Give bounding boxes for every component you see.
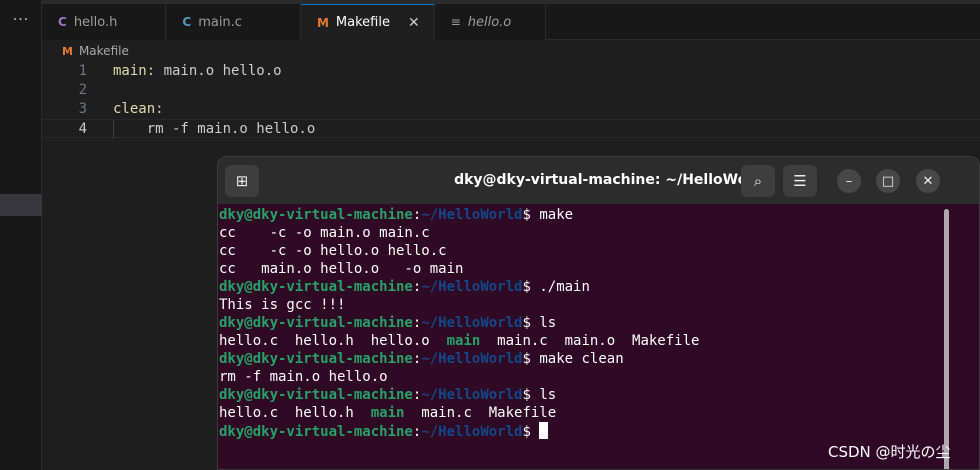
- terminal-title: dky@dky-virtual-machine: ~/HelloWorld: [454, 172, 769, 188]
- prompt-path: ~/HelloWorld: [421, 387, 523, 403]
- tab-makefile[interactable]: M Makefile ✕: [300, 4, 435, 40]
- c-file-icon: C: [58, 15, 67, 29]
- tab-hello-o[interactable]: ≡ hello.o: [434, 4, 547, 40]
- new-tab-icon[interactable]: ⊞: [225, 165, 259, 197]
- editor-tab-bar: C hello.h C main.c M Makefile ✕ ≡ hello.…: [42, 4, 980, 40]
- terminal-line: rm -f main.o hello.o: [219, 369, 388, 385]
- terminal-line: This is gcc !!!: [219, 297, 346, 313]
- command-text: ./main: [530, 279, 590, 295]
- prompt-user: dky@dky-virtual-machine: [219, 387, 413, 403]
- breadcrumb[interactable]: M Makefile: [62, 43, 129, 59]
- prompt-path: ~/HelloWorld: [421, 351, 523, 367]
- code-line: 2: [42, 81, 980, 100]
- terminal-line: hello.c hello.h hello.o main main.c main…: [219, 332, 979, 350]
- activity-bar: ···: [0, 0, 42, 470]
- terminal-line: cc -c -o main.o main.c: [219, 225, 430, 241]
- prompt-path: ~/HelloWorld: [421, 315, 523, 331]
- terminal-line: dky@dky-virtual-machine:~/HelloWorld$ ls: [219, 386, 979, 404]
- prompt-dollar: $: [522, 387, 531, 403]
- terminal-output[interactable]: dky@dky-virtual-machine:~/HelloWorld$ ma…: [218, 204, 979, 469]
- terminal-line: dky@dky-virtual-machine:~/HelloWorld$ ma…: [219, 206, 979, 224]
- current-code-line: 4 rm -f main.o hello.o: [42, 119, 980, 139]
- prompt-dollar: $: [522, 424, 531, 440]
- binary-file-icon: ≡: [450, 15, 461, 29]
- make-target: main: [113, 63, 147, 79]
- c-file-icon: C: [182, 15, 192, 29]
- prompt-user: dky@dky-virtual-machine: [219, 207, 413, 223]
- code-text: main: main.o hello.o: [113, 62, 282, 81]
- more-icon[interactable]: ···: [0, 12, 42, 28]
- prompt-user: dky@dky-virtual-machine: [219, 279, 413, 295]
- line-number: 2: [78, 82, 87, 98]
- ls-output: hello.c hello.h hello.o: [219, 333, 447, 349]
- close-icon[interactable]: ✕: [916, 169, 940, 193]
- prompt-dollar: $: [522, 315, 531, 331]
- prompt-dollar: $: [522, 207, 531, 223]
- close-icon[interactable]: ✕: [408, 15, 420, 31]
- executable-name: main: [370, 405, 405, 421]
- command-text: make clean: [530, 351, 624, 367]
- tab-hello-h[interactable]: C hello.h: [42, 4, 167, 40]
- make-deps: : main.o hello.o: [146, 63, 282, 79]
- make-target: clean: [113, 101, 156, 117]
- terminal-header: dky@dky-virtual-machine: ~/HelloWorld ⊞ …: [218, 157, 979, 204]
- terminal-line: dky@dky-virtual-machine:~/HelloWorld$ ./…: [219, 278, 979, 296]
- tab-main-c[interactable]: C main.c: [166, 4, 301, 40]
- maximize-icon[interactable]: □: [876, 169, 900, 193]
- prompt-user: dky@dky-virtual-machine: [219, 424, 413, 440]
- ls-output: main.c main.o Makefile: [480, 333, 700, 349]
- prompt-path: ~/HelloWorld: [421, 279, 523, 295]
- explorer-selected-item[interactable]: [0, 194, 42, 216]
- watermark: CSDN @时光の尘: [828, 443, 951, 461]
- code-text: rm -f main.o hello.o: [113, 121, 316, 137]
- ls-output: hello.c hello.h: [219, 405, 371, 421]
- code-line: 3 clean:: [42, 100, 980, 119]
- code-editor[interactable]: 1 main: main.o hello.o 2 3 clean: 4 rm -…: [42, 62, 980, 139]
- line-number: 4: [78, 121, 87, 137]
- terminal-window[interactable]: dky@dky-virtual-machine: ~/HelloWorld ⊞ …: [217, 156, 980, 470]
- menu-icon[interactable]: ☰: [783, 165, 817, 197]
- tab-label: hello.h: [73, 14, 118, 30]
- command-text: ls: [530, 387, 557, 403]
- ls-output: main.c Makefile: [404, 405, 557, 421]
- prompt-user: dky@dky-virtual-machine: [219, 315, 413, 331]
- breadcrumb-label: Makefile: [78, 44, 129, 58]
- prompt-path: ~/HelloWorld: [421, 424, 523, 440]
- terminal-line: dky@dky-virtual-machine:~/HelloWorld$: [219, 422, 979, 440]
- search-icon[interactable]: ⌕: [741, 165, 775, 197]
- prompt-path: ~/HelloWorld: [421, 207, 523, 223]
- minimize-icon[interactable]: –: [837, 169, 861, 193]
- tab-label: Makefile: [335, 15, 390, 30]
- prompt-dollar: $: [522, 351, 531, 367]
- terminal-line: dky@dky-virtual-machine:~/HelloWorld$ ls: [219, 314, 979, 332]
- tab-label: main.c: [198, 14, 242, 30]
- terminal-scrollbar[interactable]: [944, 209, 949, 469]
- prompt-dollar: $: [522, 279, 531, 295]
- makefile-icon: M: [316, 15, 329, 30]
- command-text: make: [530, 207, 574, 223]
- tab-label: hello.o: [467, 14, 512, 30]
- executable-name: main: [446, 333, 481, 349]
- line-number: 3: [78, 101, 87, 117]
- prompt-user: dky@dky-virtual-machine: [219, 351, 413, 367]
- terminal-line: cc -c -o hello.o hello.c: [219, 243, 447, 259]
- terminal-cursor: [539, 422, 549, 439]
- terminal-line: dky@dky-virtual-machine:~/HelloWorld$ ma…: [219, 350, 979, 368]
- line-number: 1: [78, 63, 87, 79]
- terminal-line: cc main.o hello.o -o main: [219, 261, 464, 277]
- command-text: ls: [530, 315, 557, 331]
- terminal-line: hello.c hello.h main main.c Makefile: [219, 404, 979, 422]
- code-text: clean:: [113, 100, 164, 119]
- makefile-icon: M: [62, 44, 73, 58]
- code-line: 1 main: main.o hello.o: [42, 62, 980, 81]
- make-deps: :: [155, 101, 164, 117]
